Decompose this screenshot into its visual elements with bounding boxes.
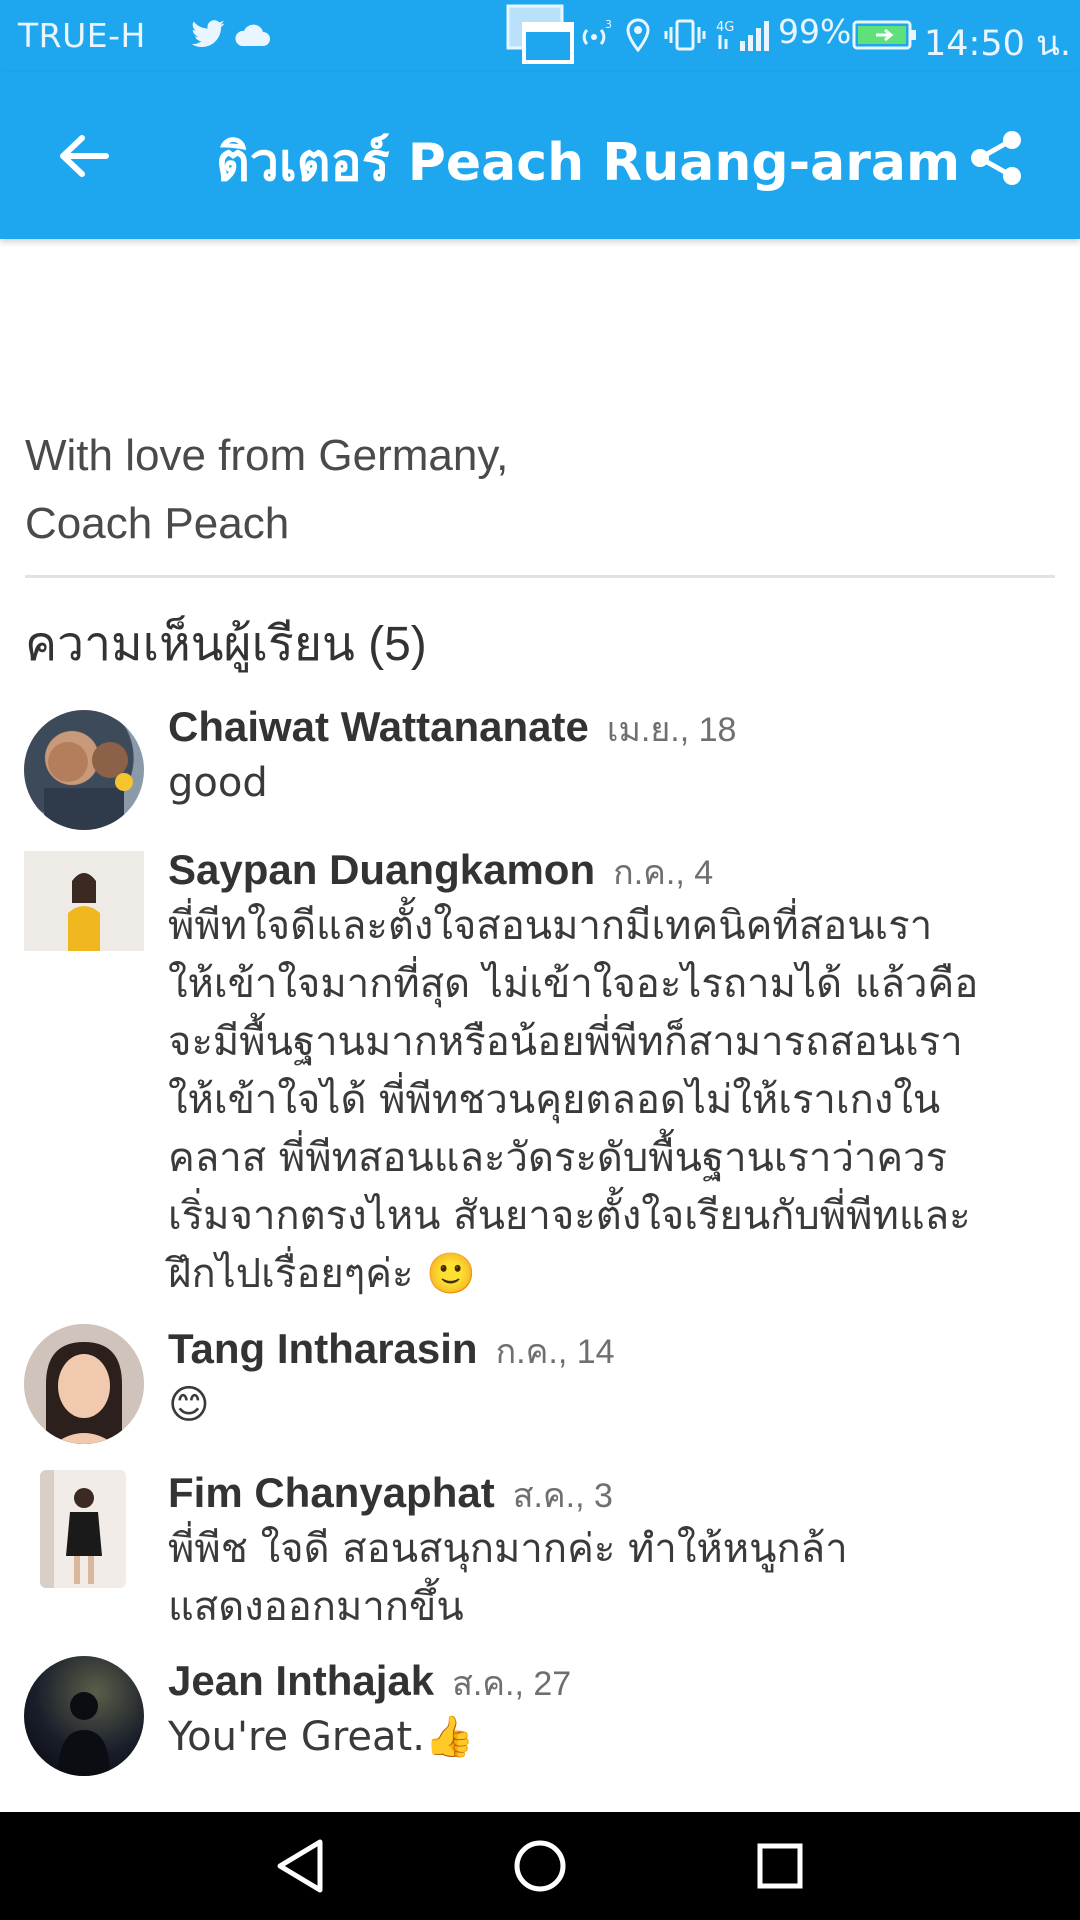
- battery-charging-icon: [852, 12, 918, 58]
- comment-date: เม.ย., 18: [606, 711, 737, 749]
- comment-date: ส.ค., 27: [452, 1665, 572, 1703]
- back-triangle-icon: [277, 1839, 323, 1893]
- avatar[interactable]: [24, 710, 144, 830]
- navigation-bar: [0, 1812, 1080, 1920]
- comment-line: จะมีพื้นฐานมากหรือน้อยพี่พีทก็สามารถสอนเ…: [168, 1019, 963, 1065]
- commenter-name: Saypan Duangkamon: [168, 846, 596, 893]
- hotspot-icon: 3: [578, 12, 614, 58]
- avatar[interactable]: [24, 851, 144, 951]
- comment-line: You're Great.👍: [168, 1714, 475, 1760]
- comment-line: good: [168, 760, 268, 806]
- avatar[interactable]: [24, 1324, 144, 1444]
- intro-line: With love from Germany,: [25, 431, 509, 480]
- comment-line: เริ่มจากตรงไหน สันยาจะตั้งใจเรียนกับพี่พ…: [168, 1193, 971, 1239]
- clock: 14:50 น.: [924, 24, 1072, 64]
- comment-text: พี่พีทใจดีและตั้งใจสอนมากมีเทคนิคที่สอนเ…: [168, 897, 1058, 1303]
- comment-header: Tang Intharasin ก.ค., 14: [168, 1324, 615, 1378]
- avatar[interactable]: [24, 1656, 144, 1776]
- comment-header: Chaiwat Wattananate เม.ย., 18: [168, 702, 736, 756]
- arrow-back-icon: [60, 135, 109, 177]
- intro-text: With love from Germany, Coach Peach: [25, 422, 1045, 558]
- battery-percent: 99%: [778, 12, 852, 51]
- comment-text: พี่พีช ใจดี สอนสนุกมากค่ะ ทำให้หนูกล้า แ…: [168, 1520, 1058, 1636]
- comment-line: ให้เข้าใจได้ พี่พีทชวนคุยตลอดไม่ให้เราเก…: [168, 1077, 941, 1123]
- comment-date: ก.ค., 4: [613, 854, 714, 892]
- status-bar: TRUE-H 3 4G 99% 14:50 น.: [0, 0, 1080, 72]
- intro-line: Coach Peach: [25, 499, 290, 548]
- comment-line: พี่พีทใจดีและตั้งใจสอนมากมีเทคนิคที่สอนเ…: [168, 903, 933, 949]
- svg-text:3: 3: [605, 18, 612, 31]
- nav-home-button[interactable]: [500, 1834, 580, 1898]
- location-icon: [622, 12, 654, 58]
- comment-line: พี่พีช ใจดี สอนสนุกมากค่ะ ทำให้หนูกล้า: [168, 1526, 848, 1572]
- nav-back-button[interactable]: [260, 1834, 340, 1898]
- nav-recents-button[interactable]: [740, 1834, 820, 1898]
- app-bar: ติวเตอร์ Peach Ruang-aram: [0, 72, 1080, 239]
- cloud-icon: [232, 12, 272, 58]
- share-button[interactable]: [956, 118, 1036, 198]
- carrier-label: TRUE-H: [18, 16, 146, 55]
- screen-mirror-icon: [506, 4, 576, 66]
- comment-header: Fim Chanyaphat ส.ค., 3: [168, 1468, 613, 1522]
- comment-header: Saypan Duangkamon ก.ค., 4: [168, 845, 713, 899]
- comment-text: You're Great.👍: [168, 1708, 1058, 1766]
- comment-line: ให้เข้าใจมากที่สุด ไม่เข้าใจอะไรถามได้ แ…: [168, 961, 979, 1007]
- comment-date: ก.ค., 14: [495, 1333, 615, 1371]
- svg-text:4G: 4G: [716, 20, 734, 35]
- reviews-section-title: ความเห็นผู้เรียน (5): [25, 618, 427, 671]
- comment-header: Jean Inthajak ส.ค., 27: [168, 1656, 571, 1710]
- commenter-name: Chaiwat Wattananate: [168, 703, 589, 750]
- comment-line: แสดงออกมากขึ้น: [168, 1584, 464, 1630]
- commenter-name: Tang Intharasin: [168, 1325, 478, 1372]
- recents-square-icon: [757, 1843, 803, 1889]
- page-title: ติวเตอร์ Peach Ruang-aram: [216, 133, 956, 193]
- vibrate-icon: [662, 12, 708, 58]
- commenter-name: Jean Inthajak: [168, 1657, 435, 1704]
- avatar[interactable]: [40, 1470, 126, 1588]
- comment-date: ส.ค., 3: [512, 1477, 613, 1515]
- comment-text: 😊: [168, 1376, 1058, 1434]
- comment-line: คลาส พี่พีทสอนและวัดระดับพื้นฐานเราว่าคว…: [168, 1135, 948, 1181]
- divider: [25, 575, 1055, 578]
- commenter-name: Fim Chanyaphat: [168, 1469, 495, 1516]
- comment-line: 😊: [168, 1382, 210, 1428]
- signal-4g-icon: 4G: [716, 12, 774, 58]
- comment-text: good: [168, 754, 1058, 812]
- back-button[interactable]: [44, 116, 124, 196]
- comment-line: ฝึกไปเรื่อยๆค่ะ 🙂: [168, 1251, 477, 1297]
- share-icon: [971, 131, 1021, 185]
- home-circle-icon: [514, 1840, 566, 1892]
- twitter-icon: [188, 12, 228, 58]
